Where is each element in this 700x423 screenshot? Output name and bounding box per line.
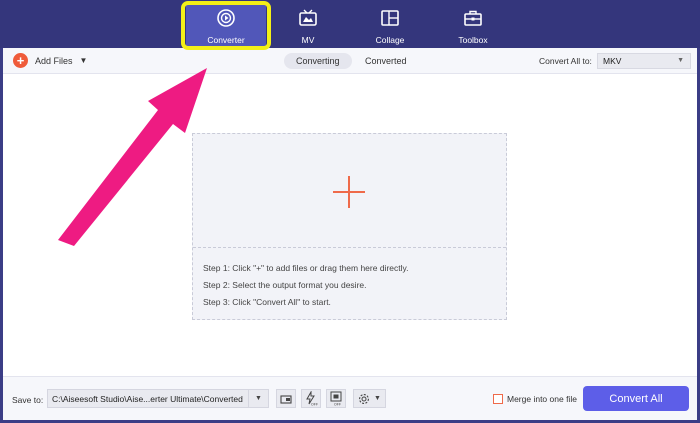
output-format-select[interactable]: MKV ▼ — [597, 53, 691, 69]
segment-label: Converting — [296, 56, 340, 66]
tab-converted[interactable]: Converted — [353, 53, 419, 69]
file-drop-zone[interactable]: Step 1: Click "+" to add files or drag t… — [192, 133, 507, 320]
add-icon: + — [13, 53, 28, 68]
tab-mv[interactable]: MV — [268, 4, 348, 46]
open-folder-button[interactable] — [276, 389, 296, 408]
tab-label: Toolbox — [458, 35, 488, 45]
merge-option[interactable]: Merge into one file — [493, 394, 577, 404]
tab-label: MV — [301, 35, 315, 45]
gpu-off-icon: OFF — [330, 391, 342, 407]
merge-label: Merge into one file — [507, 394, 577, 404]
top-navigation: Converter MV Collage Toolbox — [0, 0, 700, 48]
step-1-text: Step 1: Click "+" to add files or drag t… — [203, 263, 409, 273]
big-plus-icon[interactable] — [333, 176, 365, 208]
svg-text:OFF: OFF — [311, 403, 318, 407]
gpu-acceleration-button[interactable]: OFF — [326, 389, 346, 408]
convert-all-to-label: Convert All to: — [539, 56, 592, 66]
highlight-box — [181, 1, 271, 50]
tab-converting[interactable]: Converting — [284, 53, 352, 69]
caret-down-icon: ▼ — [374, 395, 381, 402]
main-panel: + Add Files ▼ Converting Converted Conve… — [3, 48, 697, 420]
add-file-area[interactable] — [193, 134, 506, 248]
step-3-text: Step 3: Click "Convert All" to start. — [203, 297, 331, 307]
format-value: MKV — [603, 56, 622, 66]
tab-toolbox[interactable]: Toolbox — [433, 4, 513, 46]
add-files-label: Add Files — [35, 55, 73, 66]
folder-icon — [280, 394, 292, 404]
chevron-down-icon: ▼ — [677, 57, 684, 64]
tab-label: Collage — [375, 35, 405, 45]
merge-checkbox[interactable] — [493, 394, 503, 404]
collage-icon — [380, 8, 400, 28]
settings-button[interactable]: ▼ — [353, 389, 386, 408]
mv-icon — [298, 8, 318, 28]
tab-collage[interactable]: Collage — [350, 4, 430, 46]
save-path-value: C:\Aiseesoft Studio\Aise...erter Ultimat… — [52, 393, 243, 404]
chevron-down-icon[interactable]: ▼ — [248, 390, 268, 407]
gear-icon — [359, 393, 369, 404]
segment-label: Converted — [365, 56, 407, 66]
toolbar: + Add Files ▼ Converting Converted Conve… — [3, 48, 697, 74]
svg-text:OFF: OFF — [334, 403, 341, 407]
lightning-off-icon: OFF — [306, 391, 318, 407]
save-to-label: Save to: — [12, 395, 44, 405]
hardware-acceleration-button[interactable]: OFF — [301, 389, 321, 408]
toolbox-icon — [463, 8, 483, 28]
step-2-text: Step 2: Select the output format you des… — [203, 280, 367, 290]
caret-down-icon[interactable]: ▼ — [80, 56, 88, 65]
save-path-field[interactable]: C:\Aiseesoft Studio\Aise...erter Ultimat… — [47, 389, 269, 408]
convert-all-label: Convert All — [609, 392, 663, 405]
bottom-bar: Save to: C:\Aiseesoft Studio\Aise...erte… — [3, 376, 697, 420]
convert-all-button[interactable]: Convert All — [583, 386, 689, 411]
add-files-button[interactable]: + Add Files ▼ — [13, 53, 87, 68]
